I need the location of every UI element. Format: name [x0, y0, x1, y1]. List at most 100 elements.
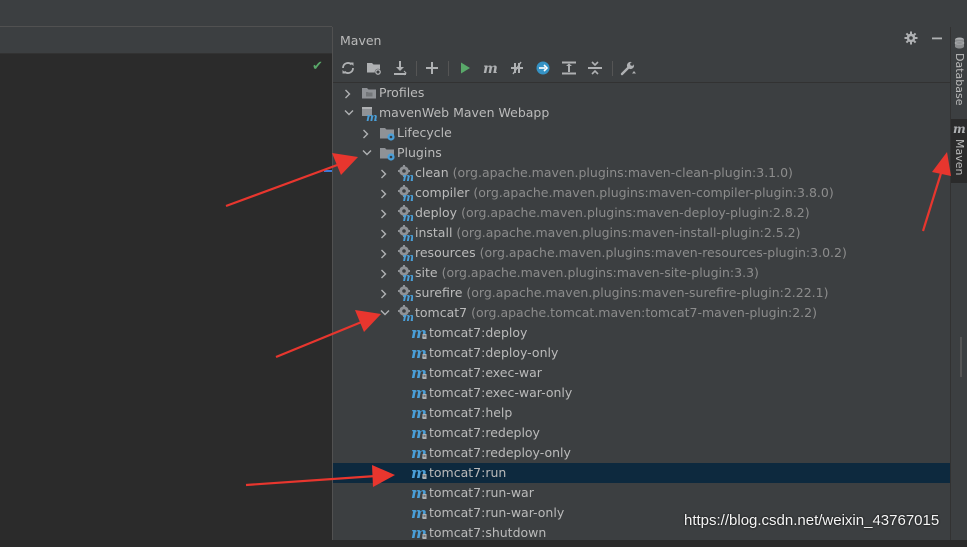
- tree-node-label: tomcat7:run: [429, 463, 506, 483]
- run-icon[interactable]: [454, 58, 476, 78]
- tree-node-label: site (org.apache.maven.plugins:maven-sit…: [415, 263, 759, 283]
- chevron-down-icon[interactable]: [379, 303, 391, 323]
- folder-icon: [361, 85, 377, 101]
- show-dependencies-icon[interactable]: [558, 58, 580, 78]
- node-name: tomcat7:run: [429, 465, 507, 480]
- toolbar-separator: [448, 61, 449, 76]
- maven-goal-icon: m: [411, 504, 429, 522]
- chevron-right-icon[interactable]: [379, 163, 391, 183]
- minimize-icon[interactable]: [928, 31, 946, 49]
- tree-node[interactable]: m mavenWeb Maven Webapp: [333, 103, 950, 124]
- chevron-right-icon[interactable]: [379, 223, 391, 243]
- tree-node-label: tomcat7:exec-war-only: [429, 383, 572, 403]
- maven-goal-icon: m: [411, 424, 429, 442]
- settings-wrench-icon[interactable]: [618, 58, 640, 78]
- download-icon[interactable]: [389, 58, 411, 78]
- maven-plugin-icon: m: [397, 265, 414, 284]
- svg-text:m: m: [953, 123, 966, 135]
- node-name: tomcat7:shutdown: [429, 525, 547, 540]
- svg-text:m: m: [403, 171, 414, 181]
- right-tool-stripe: Database m Maven: [950, 27, 967, 540]
- tree-node[interactable]: Lifecycle: [333, 123, 950, 143]
- skip-tests-icon[interactable]: [532, 58, 554, 78]
- execute-goal-icon[interactable]: m: [480, 58, 502, 78]
- node-name: tomcat7:redeploy: [429, 425, 540, 440]
- maven-goal-icon: m: [411, 404, 429, 422]
- tree-node[interactable]: m install (org.apache.maven.plugins:maven…: [333, 223, 950, 244]
- toggle-offline-icon[interactable]: [506, 58, 528, 78]
- plugin-coordinates: (org.apache.tomcat.maven:tomcat7-maven-p…: [471, 305, 817, 320]
- tree-node-label: tomcat7:run-war: [429, 483, 534, 503]
- node-name: tomcat7:exec-war-only: [429, 385, 573, 400]
- maven-plugin-icon: m: [397, 205, 414, 224]
- panel-title: Maven: [340, 33, 382, 48]
- toolbar-separator: [612, 61, 613, 76]
- ide-top-strip: [0, 0, 967, 28]
- reload-icon[interactable]: [337, 58, 359, 78]
- editor-tab-bar: [0, 27, 332, 54]
- tree-node-label: Lifecycle: [397, 123, 452, 143]
- generate-sources-icon[interactable]: [363, 58, 385, 78]
- goal-item[interactable]: m tomcat7:deploy: [333, 323, 950, 343]
- collapse-all-icon[interactable]: [584, 58, 606, 78]
- node-name: Plugins: [397, 145, 442, 160]
- node-name: tomcat7:exec-war: [429, 365, 542, 380]
- editor-change-marker: [324, 170, 332, 172]
- maven-plugin-icon: m: [397, 285, 414, 304]
- node-name: tomcat7:run-war: [429, 485, 534, 500]
- goal-item[interactable]: m tomcat7:redeploy-only: [333, 443, 950, 463]
- chevron-right-icon[interactable]: [379, 263, 391, 283]
- gear-icon[interactable]: [902, 31, 920, 49]
- goal-item[interactable]: m tomcat7:run-war: [333, 483, 950, 503]
- chevron-right-icon[interactable]: [379, 283, 391, 303]
- maven-m-icon: m: [953, 123, 966, 135]
- tree-node[interactable]: m resources (org.apache.maven.plugins:mav…: [333, 243, 950, 264]
- chevron-right-icon[interactable]: [343, 83, 355, 103]
- node-name: Profiles: [379, 85, 425, 100]
- tree-node[interactable]: m tomcat7 (org.apache.tomcat.maven:tomcat…: [333, 303, 950, 324]
- maven-panel-header: Maven: [333, 27, 950, 54]
- stripe-tab-database[interactable]: Database: [951, 33, 967, 111]
- svg-text:m: m: [403, 271, 414, 281]
- goal-item[interactable]: m tomcat7:exec-war-only: [333, 383, 950, 403]
- svg-text:m: m: [403, 191, 414, 201]
- tree-node[interactable]: m site (org.apache.maven.plugins:maven-si…: [333, 263, 950, 284]
- chevron-right-icon[interactable]: [361, 123, 373, 143]
- tree-node-label: tomcat7:help: [429, 403, 512, 423]
- node-name: clean: [415, 165, 449, 180]
- tree-node[interactable]: Profiles: [333, 83, 950, 103]
- editor-area[interactable]: [0, 54, 332, 540]
- plugin-coordinates: (org.apache.maven.plugins:maven-surefire…: [466, 285, 829, 300]
- goal-item[interactable]: m tomcat7:exec-war: [333, 363, 950, 383]
- tree-node[interactable]: Plugins: [333, 143, 950, 163]
- chevron-right-icon[interactable]: [379, 203, 391, 223]
- goal-item[interactable]: m tomcat7:run: [333, 463, 950, 483]
- svg-text:m: m: [403, 231, 414, 241]
- node-name: tomcat7:help: [429, 405, 513, 420]
- chevron-right-icon[interactable]: [379, 183, 391, 203]
- goal-item[interactable]: m tomcat7:redeploy: [333, 423, 950, 443]
- maven-goal-icon: m: [411, 484, 429, 502]
- plugin-coordinates: (org.apache.maven.plugins:maven-deploy-p…: [461, 205, 810, 220]
- plugin-coordinates: (org.apache.maven.plugins:maven-site-plu…: [441, 265, 759, 280]
- add-icon[interactable]: [421, 58, 443, 78]
- chevron-down-icon[interactable]: [343, 103, 355, 123]
- tree-node-label: tomcat7 (org.apache.tomcat.maven:tomcat7…: [415, 303, 817, 323]
- tree-node[interactable]: m deploy (org.apache.maven.plugins:maven-…: [333, 203, 950, 224]
- chevron-right-icon[interactable]: [379, 243, 391, 263]
- maven-goal-icon: m: [411, 384, 429, 402]
- goal-item[interactable]: m tomcat7:help: [333, 403, 950, 423]
- tree-node-label: tomcat7:run-war-only: [429, 503, 564, 523]
- watermark: https://blog.csdn.net/weixin_43767015: [684, 512, 940, 529]
- tree-node[interactable]: m clean (org.apache.maven.plugins:maven-c…: [333, 163, 950, 184]
- node-name: tomcat7:run-war-only: [429, 505, 565, 520]
- tree-node-label: deploy (org.apache.maven.plugins:maven-d…: [415, 203, 810, 223]
- node-name: site: [415, 265, 438, 280]
- maven-goal-icon: m: [411, 344, 429, 362]
- tree-node[interactable]: m surefire (org.apache.maven.plugins:mave…: [333, 283, 950, 304]
- chevron-down-icon[interactable]: [361, 143, 373, 163]
- tree-node[interactable]: m compiler (org.apache.maven.plugins:mave…: [333, 183, 950, 204]
- stripe-tab-maven[interactable]: m Maven: [951, 119, 967, 183]
- goal-item[interactable]: m tomcat7:deploy-only: [333, 343, 950, 363]
- maven-plugin-icon: m: [397, 305, 414, 324]
